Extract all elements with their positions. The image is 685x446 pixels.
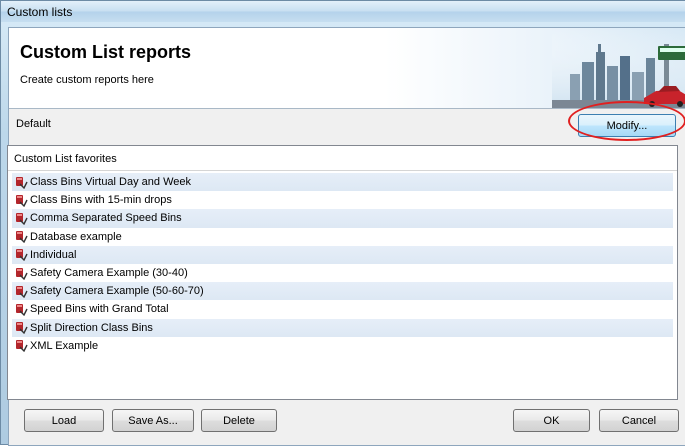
list-item-label: Individual xyxy=(30,248,77,261)
list-item[interactable]: Speed Bins with Grand Total xyxy=(12,300,673,318)
list-item-label: Comma Separated Speed Bins xyxy=(30,212,182,225)
save-as-button[interactable]: Save As... xyxy=(112,409,194,432)
list-item[interactable]: Safety Camera Example (50-60-70) xyxy=(12,282,673,301)
list-item[interactable]: Safety Camera Example (30-40) xyxy=(12,264,673,282)
load-button[interactable]: Load xyxy=(24,409,104,432)
report-arrow-icon xyxy=(16,231,28,244)
list-item[interactable]: Class Bins with 15-min drops xyxy=(12,191,673,209)
report-arrow-icon xyxy=(16,212,28,225)
list-item-label: Split Direction Class Bins xyxy=(30,321,153,334)
list-item-label: Safety Camera Example (50-60-70) xyxy=(30,285,204,298)
page-title: Custom List reports xyxy=(20,42,192,62)
list-item[interactable]: XML Example xyxy=(12,337,673,355)
ok-button[interactable]: OK xyxy=(513,409,590,432)
report-arrow-icon xyxy=(16,340,28,353)
list-item-label: Class Bins Virtual Day and Week xyxy=(30,176,191,189)
report-arrow-icon xyxy=(16,322,28,335)
city-skyline-image xyxy=(552,28,685,108)
delete-button[interactable]: Delete xyxy=(201,409,277,432)
page-subtitle: Create custom reports here xyxy=(20,74,154,86)
list-item-label: Database example xyxy=(30,230,122,243)
header-banner: Custom List reports Create custom report… xyxy=(9,28,685,109)
favorites-list-header: Custom List favorites xyxy=(8,146,677,171)
cancel-button[interactable]: Cancel xyxy=(599,409,679,432)
list-item-label: XML Example xyxy=(30,339,99,352)
report-arrow-icon xyxy=(16,267,28,280)
report-arrow-icon xyxy=(16,249,28,262)
report-arrow-icon xyxy=(16,303,28,316)
list-item[interactable]: Comma Separated Speed Bins xyxy=(12,209,673,228)
window-title: Custom lists xyxy=(7,5,73,19)
favorites-list-panel: Custom List favorites Class Bins Virtual… xyxy=(7,145,678,400)
list-item[interactable]: Individual xyxy=(12,245,673,264)
list-item[interactable]: Split Direction Class Bins xyxy=(12,318,673,337)
title-bar[interactable]: Custom lists xyxy=(1,1,685,22)
modify-button[interactable]: Modify... xyxy=(578,114,676,137)
report-arrow-icon xyxy=(16,285,28,298)
list-item[interactable]: Database example xyxy=(12,228,673,246)
default-list-label: Default xyxy=(16,118,51,130)
report-arrow-icon xyxy=(16,194,28,207)
list-item[interactable]: Class Bins Virtual Day and Week xyxy=(12,173,673,192)
list-item-label: Class Bins with 15-min drops xyxy=(30,194,172,207)
favorites-list-title: Custom List favorites xyxy=(14,153,117,165)
list-item-label: Safety Camera Example (30-40) xyxy=(30,267,188,280)
favorites-list: Class Bins Virtual Day and Week Class Bin… xyxy=(12,173,673,355)
list-item-label: Speed Bins with Grand Total xyxy=(30,303,169,316)
report-arrow-icon xyxy=(16,176,28,189)
